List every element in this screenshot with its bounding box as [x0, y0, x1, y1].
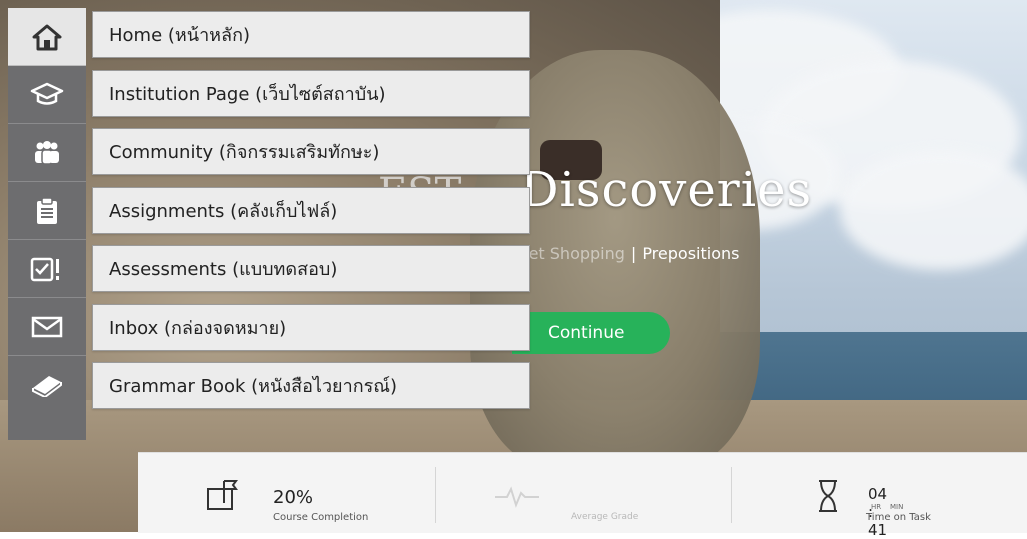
book-icon — [31, 373, 63, 397]
sidebar-item-home[interactable] — [8, 8, 86, 66]
footer-divider — [731, 467, 732, 523]
sidebar-item-institution[interactable] — [8, 66, 86, 124]
sidebar-item-assessments[interactable] — [8, 240, 86, 298]
sidebar-item-assignments[interactable] — [8, 182, 86, 240]
average-grade-label: Average Grade — [571, 512, 639, 522]
menu-item-assessments[interactable]: Assessments (แบบทดสอบ) — [92, 245, 530, 292]
time-min-label: MIN — [890, 503, 904, 511]
time-hr-label: HR — [871, 503, 882, 511]
navigation-menu: Home (หน้าหลัก) Institution Page (เว็บไซ… — [92, 11, 532, 421]
completion-label: Course Completion — [273, 512, 369, 523]
clipboard-icon — [35, 196, 59, 225]
sidebar-item-grammar-book[interactable] — [8, 356, 86, 414]
home-icon — [32, 23, 62, 51]
footer-divider — [435, 467, 436, 523]
community-icon — [31, 140, 63, 166]
continue-label: Continue — [548, 323, 625, 343]
pulse-graph-icon — [493, 485, 541, 509]
completion-value: 20% — [273, 487, 314, 508]
sidebar-item-community[interactable] — [8, 124, 86, 182]
menu-item-inbox[interactable]: Inbox (กล่องจดหมาย) — [92, 303, 530, 351]
menu-item-home[interactable]: Home (หน้าหลัก) — [92, 11, 530, 58]
graduation-cap-icon — [30, 82, 64, 108]
topic-title: Prepositions — [642, 244, 740, 263]
assessment-icon — [30, 256, 64, 282]
menu-item-community[interactable]: Community (กิจกรรมเสริมทักษะ) — [92, 128, 530, 175]
progress-footer: 20% Course Completion Average Grade 04 :… — [138, 452, 1027, 539]
menu-item-grammar-book[interactable]: Grammar Book (หนังสือไวยากรณ์) — [92, 362, 530, 409]
hero-title: Discoveries — [520, 162, 813, 218]
sidebar — [8, 8, 86, 440]
menu-item-assignments[interactable]: Assignments (คลังเก็บไฟล์) — [92, 186, 530, 234]
sidebar-item-inbox[interactable] — [8, 298, 86, 356]
menu-item-institution[interactable]: Institution Page (เว็บไซต์สถาบัน) — [92, 69, 530, 117]
hourglass-icon — [816, 479, 840, 513]
envelope-icon — [31, 316, 63, 338]
time-on-task-label: Time on Task — [866, 512, 931, 523]
continue-button[interactable]: Continue — [512, 312, 670, 354]
flag-chart-icon — [206, 479, 244, 511]
